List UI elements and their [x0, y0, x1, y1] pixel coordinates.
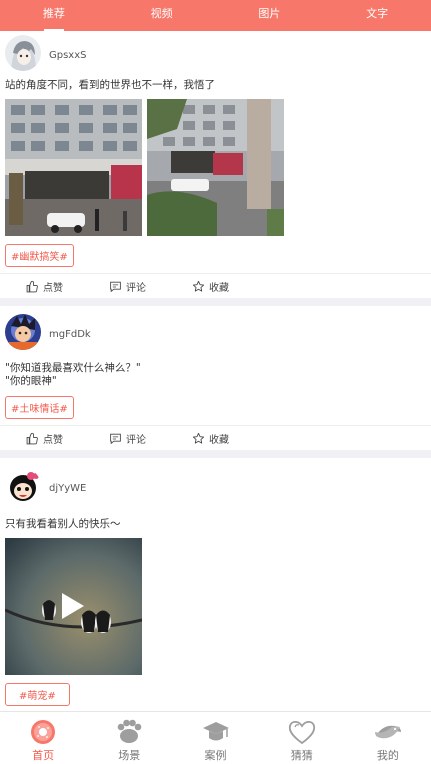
post-image[interactable] [5, 99, 142, 236]
feed-list[interactable]: GpsxxS 站的角度不同，看到的世界也不一样，我悟了 #幽默搞笑# 点赞 评论… [0, 31, 431, 711]
tab-recommend[interactable]: 推荐 [0, 0, 108, 31]
app-root: 推荐 视频 图片 文字 GpsxxS 站的角度不同，看到的世界也不一样，我悟了 … [0, 0, 431, 764]
nav-scene[interactable]: 场景 [86, 712, 172, 764]
comment-label: 评论 [126, 434, 146, 446]
donut-icon [31, 720, 56, 744]
video-thumbnail[interactable] [5, 538, 142, 675]
post-image[interactable] [147, 99, 284, 236]
like-button[interactable]: 点赞 [26, 279, 63, 294]
paw-icon [117, 719, 142, 743]
post-header: GpsxxS [0, 31, 431, 75]
comment-button[interactable]: 评论 [109, 279, 146, 294]
post-card: mgFdDk "你知道我最喜欢什么神么？" "你的眼神" #土味情话# 点赞 评… [0, 306, 431, 450]
post-video [0, 531, 431, 675]
collect-label: 收藏 [209, 434, 229, 446]
post-card: djYyWE 只有我看着别人的快乐～ #萌宠# [0, 458, 431, 711]
tab-video[interactable]: 视频 [108, 0, 216, 31]
top-tab-bar: 推荐 视频 图片 文字 [0, 0, 431, 31]
post-text: 只有我看着别人的快乐～ [5, 518, 121, 530]
like-button[interactable]: 点赞 [26, 431, 63, 446]
post-text: 站的角度不同，看到的世界也不一样，我悟了 [5, 79, 215, 91]
heart-icon [288, 720, 315, 745]
comment-icon [110, 433, 121, 444]
post-header: djYyWE [0, 458, 431, 514]
nav-scene-label: 场景 [118, 749, 141, 762]
nav-mine[interactable]: 我的 [345, 712, 431, 764]
star-icon [192, 432, 205, 444]
post-text: "你知道我最喜欢什么神么？" "你的眼神" [5, 362, 141, 387]
post-tag[interactable]: #幽默搞笑# [5, 244, 74, 267]
post-actions: 点赞 评论 收藏 [0, 425, 431, 450]
thumbs-up-icon [26, 280, 38, 292]
bottom-nav: 首页 场景 案例 猜猜 我的 [0, 711, 431, 764]
post-header: mgFdDk [0, 306, 431, 358]
like-label: 点赞 [43, 282, 63, 294]
nav-home[interactable]: 首页 [0, 712, 86, 764]
thumbs-up-icon [26, 432, 38, 444]
graduation-cap-icon [202, 722, 229, 741]
tab-image[interactable]: 图片 [216, 0, 324, 31]
nav-cases-label: 案例 [204, 749, 227, 762]
fish-icon [374, 725, 401, 739]
post-tag[interactable]: #萌宠# [5, 683, 70, 706]
post-tag[interactable]: #土味情话# [5, 396, 74, 419]
nav-cases[interactable]: 案例 [172, 712, 258, 764]
post-images [0, 92, 431, 236]
post-card: GpsxxS 站的角度不同，看到的世界也不一样，我悟了 #幽默搞笑# 点赞 评论… [0, 31, 431, 298]
nav-guess[interactable]: 猜猜 [259, 712, 345, 764]
avatar[interactable] [5, 468, 41, 504]
username[interactable]: mgFdDk [49, 329, 91, 340]
nav-mine-label: 我的 [376, 749, 399, 762]
username[interactable]: djYyWE [49, 483, 86, 494]
collect-button[interactable]: 收藏 [192, 279, 229, 294]
comment-label: 评论 [126, 282, 146, 294]
avatar[interactable] [5, 314, 41, 350]
collect-label: 收藏 [209, 282, 229, 294]
tab-text[interactable]: 文字 [323, 0, 431, 31]
collect-button[interactable]: 收藏 [192, 431, 229, 446]
nav-home-label: 首页 [32, 749, 55, 762]
nav-guess-label: 猜猜 [290, 749, 313, 762]
avatar[interactable] [5, 35, 41, 71]
username[interactable]: GpsxxS [49, 50, 87, 61]
star-icon [192, 280, 205, 292]
post-actions: 点赞 评论 收藏 [0, 273, 431, 298]
comment-icon [110, 281, 121, 292]
like-label: 点赞 [43, 434, 63, 446]
comment-button[interactable]: 评论 [109, 431, 146, 446]
